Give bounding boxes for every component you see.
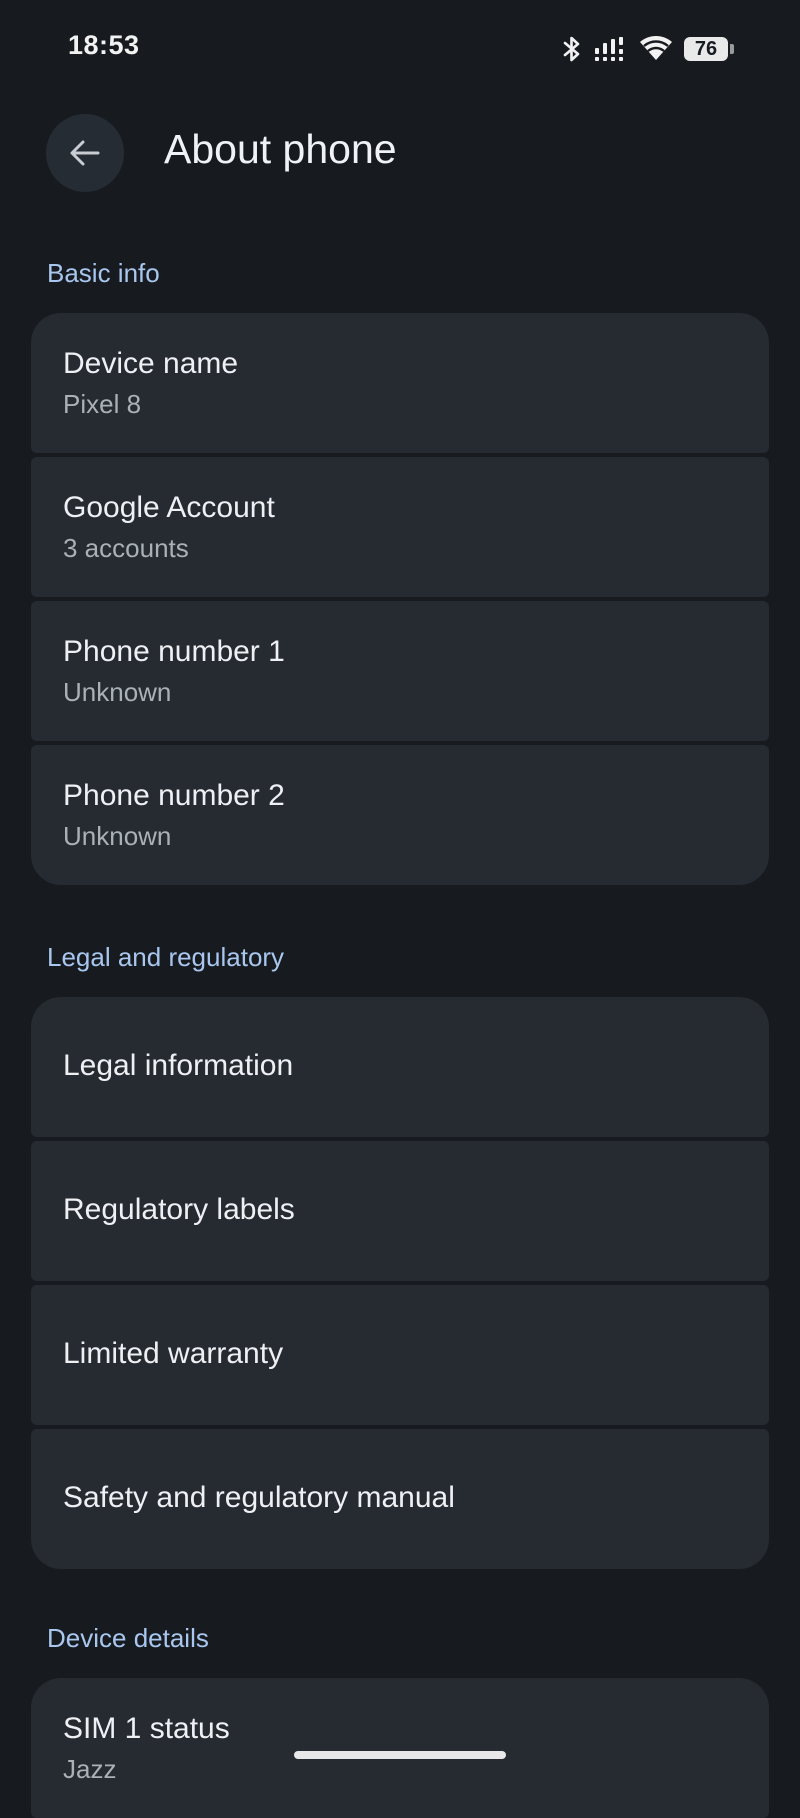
item-title: Legal information (63, 1049, 294, 1082)
list-item-phone-number-2[interactable]: Phone number 2 Unknown (31, 745, 769, 885)
list-item-legal-information[interactable]: Legal information (31, 997, 769, 1137)
item-title: Phone number 2 (63, 779, 285, 812)
item-title: Google Account (63, 491, 275, 524)
back-button[interactable] (46, 114, 124, 192)
list-item-device-name[interactable]: Device name Pixel 8 (31, 313, 769, 453)
item-title: Phone number 1 (63, 635, 285, 668)
section-header-device-details: Device details (47, 1623, 209, 1653)
home-indicator[interactable] (294, 1751, 506, 1759)
arrow-back-icon (70, 140, 100, 166)
item-title: SIM 1 status (63, 1712, 230, 1745)
section-header-basic-info: Basic info (47, 258, 160, 288)
status-icons: 76 (550, 34, 734, 64)
list-item-sim-1-status[interactable]: SIM 1 status Jazz (31, 1678, 769, 1818)
item-summary: Pixel 8 (63, 389, 142, 419)
battery-level: 76 (694, 38, 718, 60)
status-bar: 18:53 76 (0, 0, 800, 96)
item-summary: Unknown (63, 821, 172, 851)
item-title: Device name (63, 347, 239, 380)
list-item-phone-number-1[interactable]: Phone number 1 Unknown (31, 601, 769, 741)
list-item-regulatory-labels[interactable]: Regulatory labels (31, 1141, 769, 1281)
bluetooth-icon (563, 36, 580, 62)
item-title: Regulatory labels (63, 1193, 295, 1226)
status-time: 18:53 (68, 30, 140, 60)
list-item-google-account[interactable]: Google Account 3 accounts (31, 457, 769, 597)
item-summary: Unknown (63, 677, 172, 707)
item-summary: 3 accounts (63, 533, 189, 563)
signal-icon (595, 37, 623, 61)
page-title: About phone (164, 126, 397, 172)
item-summary: Jazz (63, 1754, 117, 1784)
list-item-limited-warranty[interactable]: Limited warranty (31, 1285, 769, 1425)
battery-icon: 76 (684, 37, 734, 61)
list-item-safety-manual[interactable]: Safety and regulatory manual (31, 1429, 769, 1569)
wifi-icon (640, 36, 672, 60)
item-title: Limited warranty (63, 1337, 284, 1370)
item-title: Safety and regulatory manual (63, 1481, 455, 1514)
section-header-legal: Legal and regulatory (47, 942, 285, 972)
top-app-bar: About phone (0, 110, 800, 194)
